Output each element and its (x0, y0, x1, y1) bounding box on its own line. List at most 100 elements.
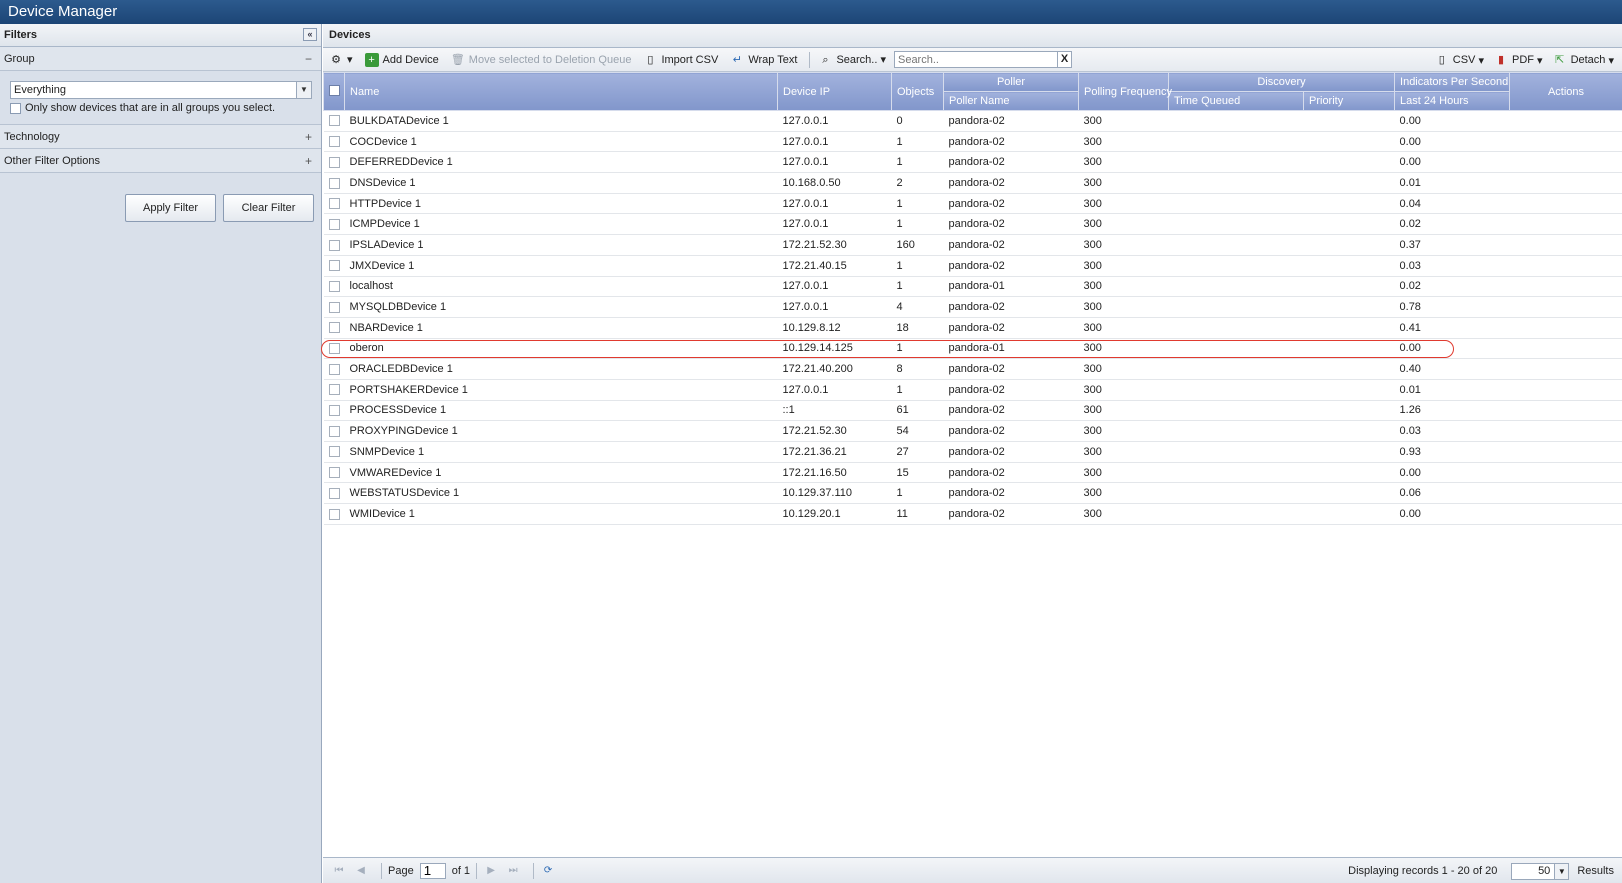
collapse-panel-icon[interactable]: « (303, 28, 317, 41)
first-page-icon[interactable]: ⏮ (331, 863, 347, 879)
table-row[interactable]: PROXYPINGDevice 1 172.21.52.30 54 pandora-0… (323, 420, 1622, 442)
select-all-header[interactable] (323, 72, 345, 111)
row-checkbox[interactable] (328, 136, 340, 148)
table-row[interactable]: DEFERREDDevice 1 127.0.0.1 1 pandora-02 300 0… (323, 151, 1622, 174)
row-checkbox[interactable] (328, 156, 340, 168)
row-select-cell[interactable] (323, 420, 345, 442)
page-size-select[interactable]: 50 ▼ (1511, 862, 1570, 880)
column-header-objects[interactable]: Objects (891, 72, 944, 111)
row-checkbox[interactable] (328, 446, 340, 458)
table-row[interactable]: MYSQLDBDevice 1 127.0.0.1 4 pandora-02 300 0.… (323, 296, 1622, 318)
row-select-cell[interactable] (323, 317, 345, 339)
row-checkbox[interactable] (328, 260, 340, 272)
pdf-export-button[interactable]: ▮ PDF ▾ (1494, 53, 1543, 67)
row-select-cell[interactable] (323, 462, 345, 484)
row-select-cell[interactable] (323, 131, 345, 153)
collapse-minus-icon[interactable]: − (305, 47, 312, 71)
column-header-last-24-hours[interactable]: Last 24 Hours (1394, 91, 1511, 111)
move-to-deletion-queue-button[interactable]: 🗑 Move selected to Deletion Queue (451, 53, 632, 67)
column-header-time-queued[interactable]: Time Queued (1168, 91, 1304, 111)
row-select-cell[interactable] (323, 358, 345, 380)
row-checkbox[interactable] (328, 405, 340, 417)
expand-plus-icon[interactable]: + (305, 149, 312, 173)
previous-page-icon[interactable]: ◀ (353, 863, 369, 879)
add-device-button[interactable]: + Add Device (364, 52, 439, 67)
wrap-text-button[interactable]: ↵ Wrap Text (730, 53, 798, 67)
table-row[interactable]: ORACLEDBDevice 1 172.21.40.200 8 pandora-02… (323, 358, 1622, 380)
csv-export-button[interactable]: ▯ CSV ▾ (1435, 53, 1484, 67)
row-select-cell[interactable] (323, 193, 345, 215)
import-csv-button[interactable]: ▯ Import CSV (643, 53, 718, 67)
chevron-down-icon[interactable]: ▼ (1554, 863, 1569, 879)
row-select-cell[interactable] (323, 296, 345, 318)
technology-section-header[interactable]: Technology + (0, 125, 321, 149)
page-number-input[interactable] (419, 862, 446, 879)
row-checkbox[interactable] (328, 177, 340, 189)
row-select-cell[interactable] (323, 441, 345, 463)
table-row[interactable]: VMWAREDevice 1 172.21.16.50 15 pandora-02 30… (323, 462, 1622, 484)
row-checkbox[interactable] (328, 384, 340, 396)
group-select[interactable]: Everything ▼ (10, 81, 312, 99)
row-select-cell[interactable] (323, 503, 345, 525)
row-select-cell[interactable] (323, 172, 345, 194)
table-row[interactable]: JMXDevice 1 172.21.40.15 1 pandora-02 300 0.0… (323, 255, 1622, 277)
last-page-icon[interactable]: ⏭ (505, 863, 521, 879)
row-select-cell[interactable] (323, 255, 345, 277)
row-checkbox[interactable] (328, 280, 340, 292)
row-select-cell[interactable] (323, 110, 345, 132)
chevron-down-icon[interactable]: ▼ (296, 82, 311, 98)
apply-filter-button[interactable]: Apply Filter (125, 194, 216, 222)
row-select-cell[interactable] (323, 276, 345, 298)
table-row[interactable]: PROCESSDevice 1::1 61 pandora-02 300 1.26 (323, 400, 1622, 422)
row-checkbox[interactable] (328, 487, 340, 499)
row-checkbox[interactable] (328, 301, 340, 313)
table-row[interactable]: BULKDATADevice 1 127.0.0.1 0 pandora-02 300 0… (323, 110, 1622, 132)
column-header-priority[interactable]: Priority (1302, 91, 1396, 111)
row-select-cell[interactable] (323, 213, 345, 236)
other-filter-options-header[interactable]: Other Filter Options + (0, 149, 321, 173)
table-row[interactable]: WEBSTATUSDevice 1 10.129.37.110 1 pandora-0… (323, 482, 1622, 505)
group-section-header[interactable]: Group − (0, 47, 321, 71)
select-all-checkbox[interactable] (329, 84, 340, 96)
column-header-actions[interactable]: Actions (1509, 72, 1622, 111)
table-row[interactable]: DNSDevice 1 10.168.0.50 2 pandora-02 300 0.01 (323, 172, 1622, 194)
table-row[interactable]: localhost 127.0.0.1 1 pandora-01 300 0.02 (323, 276, 1622, 298)
column-header-device-ip[interactable]: Device IP (777, 72, 892, 111)
column-header-poller-name[interactable]: Poller Name (943, 91, 1079, 111)
row-checkbox[interactable] (328, 508, 340, 520)
clear-filter-button[interactable]: Clear Filter (223, 194, 314, 222)
row-select-cell[interactable] (323, 151, 345, 174)
row-checkbox[interactable] (328, 239, 340, 251)
table-row[interactable]: oberon 10.129.14.125 1 pandora-01 300 0.00 (323, 338, 1622, 360)
row-select-cell[interactable] (323, 234, 345, 256)
settings-menu-button[interactable]: ⚙ ▾ (329, 53, 352, 67)
row-checkbox[interactable] (328, 218, 340, 230)
refresh-icon[interactable]: ⟳ (540, 863, 556, 879)
row-checkbox[interactable] (328, 322, 340, 334)
column-header-polling-frequency[interactable]: Polling Frequency (1078, 72, 1172, 111)
row-checkbox[interactable] (328, 198, 340, 210)
row-checkbox[interactable] (328, 343, 340, 354)
search-options-menu[interactable]: ⌕ Search.. ▾ (818, 53, 886, 67)
column-header-name[interactable]: Name (344, 72, 778, 111)
search-clear-button[interactable]: X (1057, 51, 1072, 68)
row-checkbox[interactable] (328, 467, 340, 479)
all-groups-checkbox[interactable] (10, 102, 21, 114)
row-select-cell[interactable] (323, 400, 345, 422)
table-row[interactable]: COCDevice 1 127.0.0.1 1 pandora-02 300 0.00 (323, 131, 1622, 153)
detach-button[interactable]: ⇱ Detach ▾ (1553, 53, 1614, 67)
next-page-icon[interactable]: ▶ (483, 863, 499, 879)
table-row[interactable]: IPSLADevice 1 172.21.52.30 160 pandora-02 30… (323, 234, 1622, 256)
table-row[interactable]: ICMPDevice 1 127.0.0.1 1 pandora-02 300 0.02 (323, 213, 1622, 236)
table-row[interactable]: WMIDevice 1 10.129.20.1 11 pandora-02 300 0.0… (323, 503, 1622, 525)
row-checkbox[interactable] (328, 363, 340, 375)
table-row[interactable]: SNMPDevice 1 172.21.36.21 27 pandora-02 300 0… (323, 441, 1622, 463)
row-select-cell[interactable] (323, 379, 345, 401)
row-checkbox[interactable] (328, 425, 340, 437)
row-select-cell[interactable] (323, 338, 345, 360)
expand-plus-icon[interactable]: + (305, 125, 312, 149)
row-select-cell[interactable] (323, 482, 345, 505)
table-row[interactable]: HTTPDevice 1 127.0.0.1 1 pandora-02 300 0.04 (323, 193, 1622, 215)
row-checkbox[interactable] (328, 115, 340, 127)
table-row[interactable]: PORTSHAKERDevice 1 127.0.0.1 1 pandora-02 30… (323, 379, 1622, 401)
